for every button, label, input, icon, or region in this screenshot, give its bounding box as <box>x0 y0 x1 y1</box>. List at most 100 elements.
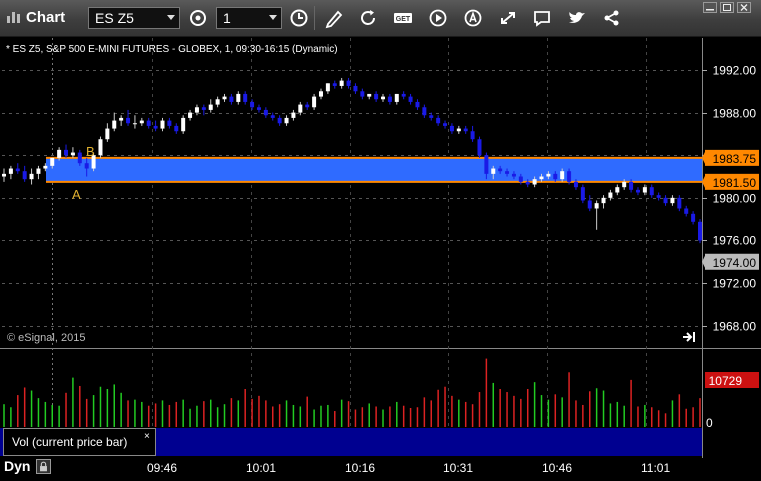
candle-body <box>684 208 689 214</box>
link-arrows-icon[interactable] <box>496 7 520 29</box>
candle-body <box>174 125 179 132</box>
candle-body <box>360 91 365 97</box>
candle-body <box>22 171 27 180</box>
price-chart[interactable]: 1992.001988.001984.001980.001976.001972.… <box>0 38 761 481</box>
volume-zero-label: 0 <box>706 416 713 430</box>
candle-body <box>615 187 620 193</box>
candle-body <box>511 173 516 177</box>
candle-body <box>698 221 702 241</box>
candle-body <box>656 195 661 198</box>
candle-body <box>98 139 103 156</box>
get-data-icon[interactable]: GET <box>391 7 415 29</box>
candle-body <box>291 112 296 118</box>
minimize-icon[interactable] <box>703 2 717 13</box>
refresh-icon[interactable] <box>356 7 380 29</box>
candle-body <box>277 117 282 124</box>
candle-body <box>43 165 48 169</box>
candle-body <box>546 173 551 177</box>
zone-marker-a: A <box>72 187 81 202</box>
candle-body <box>601 197 606 204</box>
support-resistance-zone <box>46 157 702 182</box>
toolbar-separator <box>314 6 315 30</box>
candle-body <box>622 181 627 188</box>
app-title: Chart <box>26 9 66 26</box>
price-tick-label: 1988.00 <box>713 107 757 121</box>
candle-body <box>477 139 482 156</box>
play-icon[interactable] <box>426 7 450 29</box>
chat-icon[interactable] <box>530 7 554 29</box>
candle-body <box>167 120 172 126</box>
candle-body <box>629 181 634 190</box>
candle-body <box>215 99 220 105</box>
candle-body <box>353 85 358 92</box>
toolbar: Chart ES Z5 1 GET <box>0 0 761 37</box>
price-tick-label: 1968.00 <box>713 320 757 334</box>
candle-body <box>401 93 406 97</box>
candle-body <box>505 171 510 174</box>
time-tick-label: 09:46 <box>147 461 178 475</box>
interval-input[interactable]: 1 <box>216 7 282 29</box>
candle-body <box>201 107 206 110</box>
candle-body <box>449 125 454 132</box>
zone-top-label: 1983.75 <box>713 152 757 166</box>
share-icon[interactable] <box>600 7 624 29</box>
candle-body <box>84 163 89 169</box>
candle-body <box>29 173 34 180</box>
candle-body <box>422 107 427 116</box>
candle-body <box>119 117 124 121</box>
time-tick-label: 10:01 <box>246 461 277 475</box>
candle-body <box>325 83 330 92</box>
dynamic-label[interactable]: Dyn <box>4 458 30 474</box>
candle-body <box>374 93 379 100</box>
time-tick-label: 10:16 <box>345 461 376 475</box>
candle-body <box>146 120 151 126</box>
candle-body <box>415 101 420 108</box>
last-price-label: 1974.00 <box>713 256 757 270</box>
scroll-right-icon <box>683 332 693 342</box>
esignal-watermark: © eSignal, 2015 <box>7 332 86 344</box>
price-tick-label: 1972.00 <box>713 277 757 291</box>
candle-body <box>691 213 696 222</box>
interval-dropdown-icon[interactable] <box>269 15 277 20</box>
candle-body <box>381 96 386 100</box>
clock-icon[interactable] <box>287 7 311 29</box>
candle-body <box>567 171 572 182</box>
candle-body <box>443 123 448 126</box>
candle-body <box>663 197 668 204</box>
candle-body <box>608 192 613 198</box>
maximize-icon[interactable] <box>720 2 734 13</box>
twitter-icon[interactable] <box>565 7 589 29</box>
close-icon[interactable] <box>737 2 751 13</box>
pencil-draw-icon[interactable] <box>322 7 346 29</box>
candle-body <box>236 93 241 102</box>
candle-body <box>77 152 82 164</box>
candle-body <box>498 168 503 172</box>
candle-body <box>594 203 599 209</box>
zone-bottom-label: 1981.50 <box>713 176 757 190</box>
candle-body <box>394 93 399 102</box>
time-tick-label: 10:31 <box>443 461 474 475</box>
candle-body <box>298 104 303 113</box>
chart-area[interactable]: 1992.001988.001984.001980.001976.001972.… <box>0 38 761 481</box>
candle-body <box>188 112 193 118</box>
candle-body <box>532 179 537 185</box>
candle-body <box>553 173 558 180</box>
symbol-input[interactable]: ES Z5 <box>88 7 180 29</box>
volume-close-icon[interactable]: × <box>144 431 150 442</box>
candle-body <box>132 123 137 125</box>
settings-gear-icon[interactable] <box>186 7 210 29</box>
alert-icon[interactable] <box>461 7 485 29</box>
chart-app-icon <box>7 12 20 23</box>
lock-icon[interactable] <box>36 459 51 474</box>
volume-study-label[interactable]: Vol (current price bar) <box>3 428 156 456</box>
interval-value: 1 <box>223 10 231 26</box>
candle-body <box>50 157 55 166</box>
symbol-dropdown-icon[interactable] <box>167 15 175 20</box>
candle-body <box>484 155 489 174</box>
candle-body <box>429 115 434 118</box>
chart-header: * ES Z5, S&P 500 E-MINI FUTURES - GLOBEX… <box>6 44 338 55</box>
volume-last-label: 10729 <box>709 374 743 388</box>
candle-body <box>642 187 647 193</box>
candle-body <box>270 115 275 118</box>
candle-body <box>181 117 186 132</box>
